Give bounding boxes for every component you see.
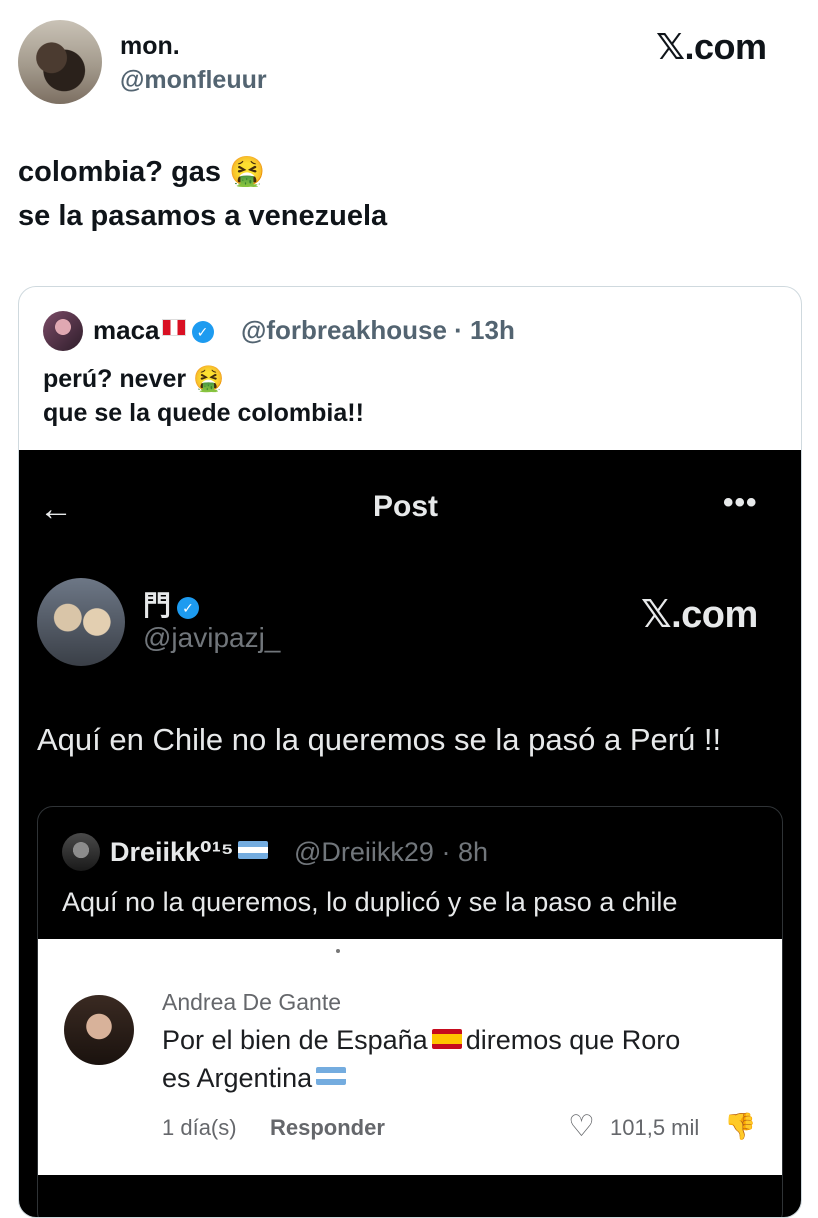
verified-badge-icon: ✓ [191,321,214,343]
tweet-text-line-1: colombia? gas 🤮 [18,156,266,188]
inner-quote-author-name[interactable]: Dreiikk⁰¹⁵ [110,837,268,868]
quoted-text-line-1: perú? never 🤮 [43,365,225,393]
verified-badge-icon: ✓ [177,597,200,619]
author-avatar[interactable] [18,20,102,104]
commenter-avatar[interactable] [64,995,134,1065]
comment-text-part-a: Por el bien de España [162,1025,428,1055]
embedded-screenshot: ← Post ••• 門 ✓ @javipazj_ 𝕏.com Aquí en C… [19,450,801,1217]
embedded-author-handle[interactable]: @javipazj_ [143,622,280,654]
commenter-name[interactable]: Andrea De Gante [162,989,341,1016]
quoted-author-name[interactable]: maca ✓ [93,315,214,346]
more-options-icon[interactable]: ••• [723,486,758,520]
author-name[interactable]: mon. [120,32,180,61]
inner-quote-author-handle[interactable]: @Dreiikk29 · 8h [294,837,488,868]
embedded-author-name[interactable]: 門 ✓ [143,584,200,624]
quoted-author-handle[interactable]: @forbreakhouse · 13h [241,315,515,346]
x-logo: 𝕏.com [641,594,758,636]
like-count: 101,5 mil [610,1115,700,1140]
comment-text-line-2-text: es Argentina [162,1063,313,1093]
comment-text-part-b: diremos que Roro [465,1025,681,1055]
x-logo: 𝕏.com [656,26,767,67]
back-arrow-icon[interactable]: ← [39,490,73,529]
post-header-title: Post [373,490,439,523]
quoted-tweet-card[interactable]: maca ✓ @forbreakhouse · 13h perú? never 🤮… [18,286,802,1218]
divider-dot [336,949,340,953]
inner-quote-avatar[interactable] [62,833,100,871]
comment-timestamp: 1 día(s) [162,1115,237,1140]
embedded-author-avatar[interactable] [37,578,125,666]
comment-text-line-1: Por el bien de España diremos que Roro [162,1025,680,1056]
inner-quote-text: Aquí no la queremos, lo duplicó y se la … [62,887,678,917]
comment-screenshot: Andrea De Gante Por el bien de España dir… [38,939,782,1175]
quoted-author-name-text: maca [93,315,160,345]
embedded-quoted-tweet[interactable]: Dreiikk⁰¹⁵ @Dreiikk29 · 8h Aquí no la qu… [37,806,783,1217]
embedded-author-name-text: 門 [143,590,172,621]
argentina-flag-icon [237,841,268,859]
embedded-tweet-text: Aquí en Chile no la queremos se la pasó … [37,722,722,757]
quoted-author-avatar[interactable] [43,311,83,351]
reply-button[interactable]: Responder [270,1115,385,1141]
spain-flag-icon [431,1029,462,1049]
comment-text-line-2: es Argentina [162,1063,347,1094]
heart-icon[interactable]: ♡ [568,1109,595,1144]
author-handle[interactable]: @monfleuur [120,66,267,95]
tweet-text-line-2: se la pasamos a venezuela [18,200,388,232]
argentina-flag-icon [316,1067,347,1085]
inner-quote-author-name-text: Dreiikk⁰¹⁵ [110,837,234,867]
quoted-text-line-2: que se la quede colombia!! [43,399,364,427]
peru-flag-icon [161,319,186,336]
dislike-icon[interactable]: 👎 [724,1111,756,1142]
